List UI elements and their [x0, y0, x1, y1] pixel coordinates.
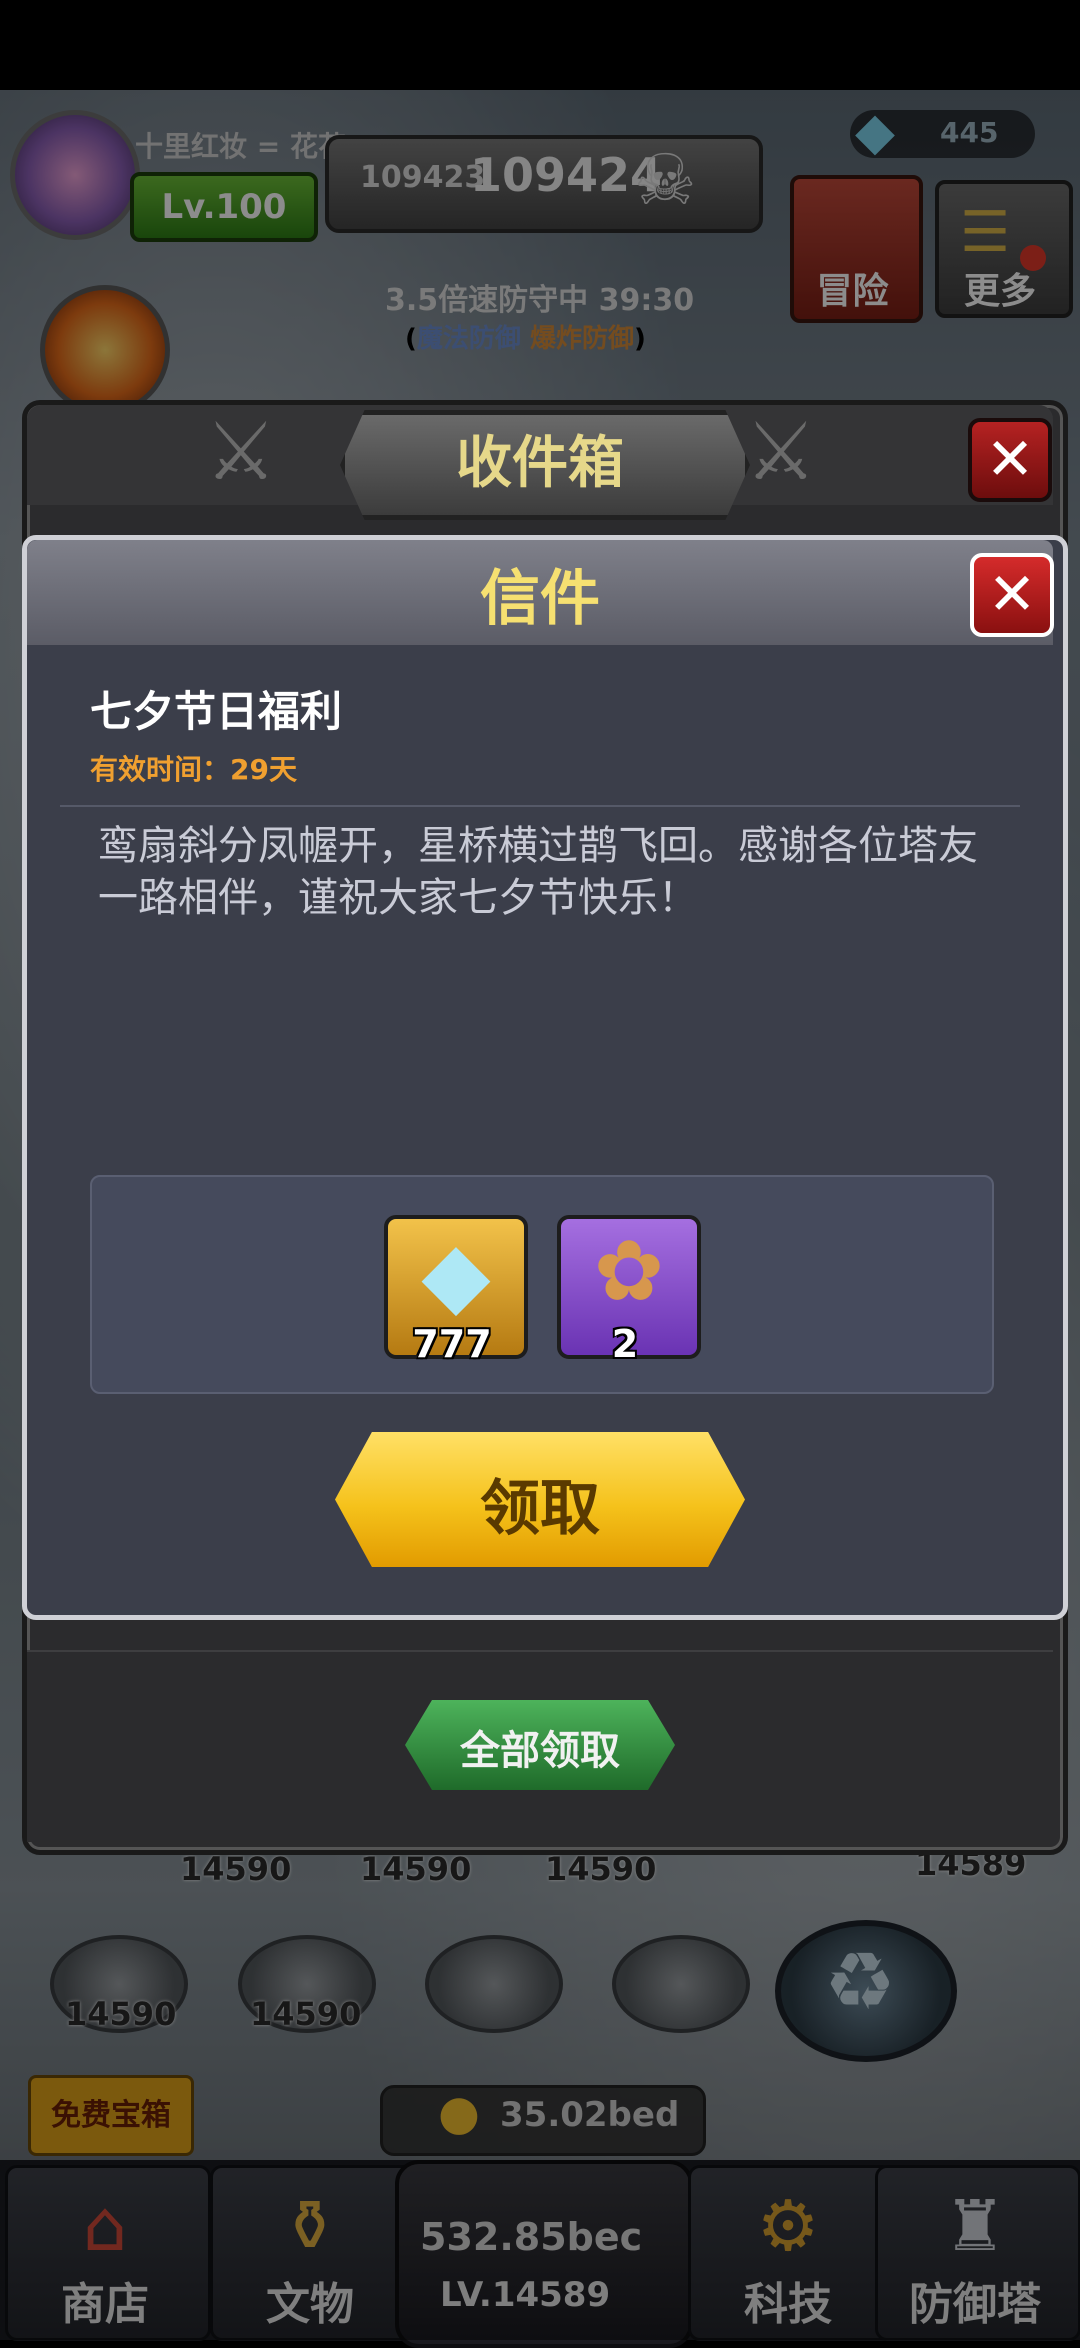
- status-bar: [0, 0, 1080, 90]
- letter-close-button[interactable]: ✕: [970, 553, 1054, 637]
- reward-quantity: 2: [611, 1322, 639, 1366]
- validity-label: 有效时间：: [90, 753, 231, 786]
- claim-all-label: 全部领取: [460, 1728, 620, 1774]
- mail-subject: 七夕节日福利: [90, 687, 343, 736]
- divider: [60, 805, 1020, 807]
- sword-icon: ⚔: [205, 405, 277, 498]
- reward-box: [90, 1175, 994, 1394]
- claim-label: 领取: [480, 1474, 600, 1544]
- sword-icon: ⚔: [745, 405, 817, 498]
- validity-row: 有效时间：29天: [90, 748, 297, 788]
- inbox-close-button[interactable]: ✕: [968, 418, 1052, 502]
- reward-quantity: 777: [412, 1322, 492, 1366]
- mail-body: 鸾扇斜分凤幄开，星桥横过鹊飞回。感谢各位塔友一路相伴，谨祝大家七夕节快乐！: [98, 823, 978, 921]
- letter-title: 信件: [480, 564, 600, 634]
- close-icon: ✕: [985, 425, 1035, 493]
- bag-icon: ✿: [593, 1222, 665, 1320]
- diamond-icon: ◆: [421, 1222, 491, 1327]
- validity-value: 29天: [230, 753, 297, 786]
- inbox-title: 收件箱: [456, 431, 624, 496]
- close-icon: ✕: [987, 560, 1037, 628]
